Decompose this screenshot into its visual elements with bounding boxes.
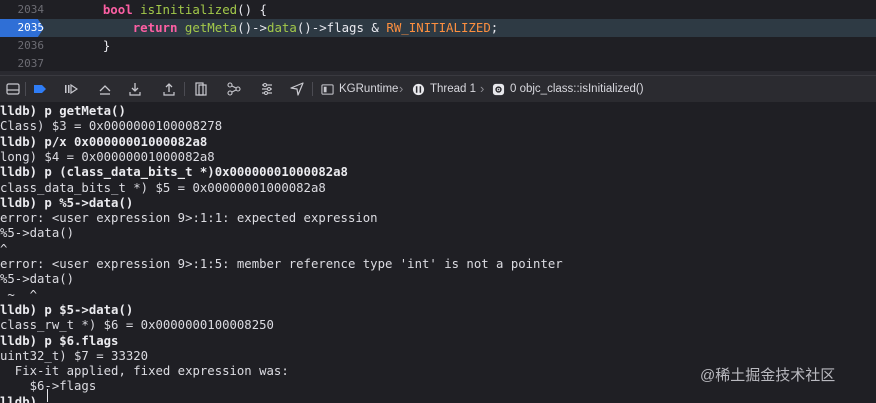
current-line[interactable]: 2035 return getMeta()->data()->flags & R…	[0, 19, 876, 37]
debug-bar: KGRuntime › Thread 1 › 0 objc_class::isI…	[0, 75, 876, 103]
text-cursor	[47, 389, 48, 402]
code-text: return getMeta()->data()->flags & RW_INI…	[73, 19, 499, 37]
target-crumb[interactable]: KGRuntime	[321, 76, 398, 102]
source-editor[interactable]: 2034 bool isInitialized() {2035 return g…	[0, 0, 876, 71]
code-token: }	[73, 38, 111, 53]
frame-label: 0 objc_class::isInitialized()	[510, 83, 644, 95]
toolbar-separator	[25, 82, 26, 96]
thread-icon	[412, 83, 425, 95]
toolbar-separator	[184, 82, 185, 96]
thread-label: Thread 1	[430, 83, 477, 95]
console-output-line: ^	[0, 241, 8, 256]
console-command-line: lldb) p %5->data()	[0, 195, 134, 210]
code-token: RW_INITIALIZED	[386, 20, 491, 35]
console-output-line: error: <user expression 9>:1:5: member r…	[0, 257, 563, 271]
console-command-line: lldb) p $5->data()	[0, 302, 134, 317]
breadcrumb-chevron-icon: ›	[399, 81, 404, 96]
console-output-line: class_data_bits_t *) $5 = 0x000000010000…	[0, 180, 326, 195]
code-token: ;	[490, 20, 499, 35]
code-token: () {	[237, 2, 267, 17]
code-token: data	[266, 20, 297, 35]
code-token: bool	[102, 2, 133, 17]
console-command-line: lldb) p $6.flags	[0, 333, 119, 348]
console-output-line: ~ ^	[0, 287, 38, 302]
code-token: ()->flags &	[296, 20, 387, 35]
breakpoint-toggle-icon[interactable]	[31, 80, 49, 98]
console-command-line: lldb)	[0, 394, 38, 403]
environment-overrides-icon[interactable]	[258, 80, 276, 98]
code-line[interactable]: 2037	[0, 55, 876, 71]
console-output-line: uint32_t) $7 = 33320	[0, 348, 149, 363]
console-output-line: Class) $3 = 0x0000000100008278	[0, 119, 223, 134]
line-number[interactable]: 2037	[0, 55, 45, 71]
view-hierarchy-icon[interactable]	[192, 80, 210, 98]
console-command-line: lldb) p/x 0x00000001000082a8	[0, 134, 208, 149]
code-token: ()->	[237, 20, 267, 35]
step-over-icon[interactable]	[96, 80, 114, 98]
target-label: KGRuntime	[339, 83, 399, 95]
console-output-line: $6->flags	[0, 379, 97, 394]
console-command-line: lldb) p getMeta()	[0, 104, 126, 118]
hide-console-icon[interactable]	[4, 80, 22, 98]
location-icon[interactable]	[288, 80, 306, 98]
thread-crumb[interactable]: Thread 1	[412, 76, 476, 102]
breakpoint-line-number[interactable]: 2035	[0, 19, 44, 37]
memory-graph-icon[interactable]	[225, 80, 243, 98]
code-line[interactable]: 2036 }	[0, 37, 876, 55]
lldb-console[interactable]: lldb) p getMeta() Class) $3 = 0x000000010…	[0, 102, 876, 403]
breadcrumb-chevron-icon: ›	[480, 81, 485, 96]
code-line[interactable]: 2034 bool isInitialized() {	[0, 1, 876, 19]
step-into-icon[interactable]	[126, 80, 144, 98]
console-command-line: lldb) p (class_data_bits_t *)0x000000010…	[0, 165, 348, 180]
console-output-line: class_rw_t *) $6 = 0x0000000100008250	[0, 318, 274, 333]
console-output-line: long) $4 = 0x00000001000082a8	[0, 149, 215, 164]
frame-crumb[interactable]: 0 objc_class::isInitialized()	[492, 76, 644, 102]
console-output-line: Fix-it applied, fixed expression was:	[0, 364, 289, 379]
code-token: return	[132, 20, 178, 35]
console-output-line: %5->data()	[0, 272, 75, 287]
code-token: isInitialized	[140, 2, 238, 17]
code-text: bool isInitialized() {	[73, 1, 267, 19]
app-target-icon	[321, 83, 334, 95]
line-number[interactable]: 2034	[0, 1, 45, 19]
step-out-icon[interactable]	[160, 80, 178, 98]
watermark: @稀土掘金技术社区	[700, 367, 836, 384]
code-text: }	[73, 37, 110, 55]
stack-frame-icon	[492, 83, 505, 95]
code-token: getMeta	[184, 20, 238, 35]
console-output-line: error: <user expression 9>:1:1: expected…	[0, 211, 378, 226]
console-output-line: %5->data()	[0, 226, 75, 241]
line-number[interactable]: 2036	[0, 37, 45, 55]
continue-icon[interactable]	[62, 80, 80, 98]
toolbar-separator	[312, 82, 313, 96]
